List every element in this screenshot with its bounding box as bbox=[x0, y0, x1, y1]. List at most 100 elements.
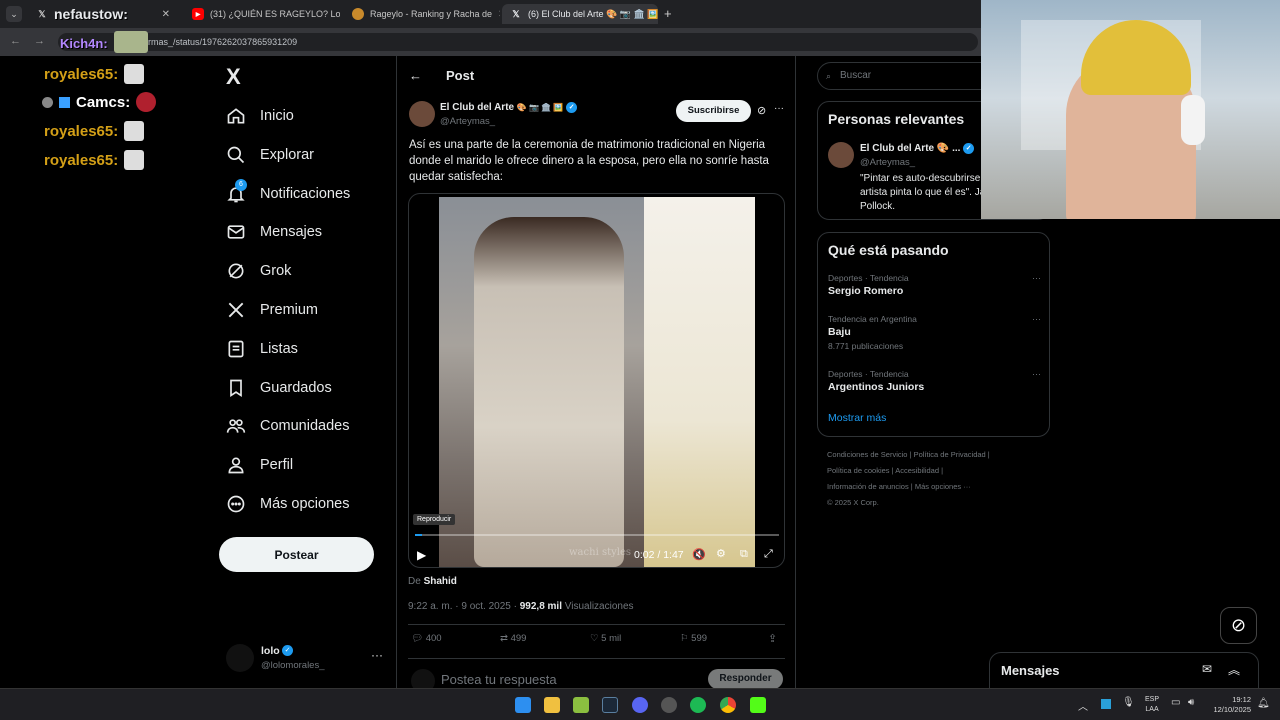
grok-icon[interactable]: ⊘ bbox=[757, 104, 766, 117]
video-player[interactable]: wachi styles Reproducir ▶ 0:02 / 1:47 🔇 … bbox=[408, 193, 785, 568]
more-dots-icon[interactable]: ··· bbox=[371, 648, 383, 662]
more-dots-icon[interactable]: ··· bbox=[1032, 273, 1041, 283]
mute-icon[interactable]: 🔇 bbox=[692, 548, 706, 561]
more-dots-icon[interactable]: ··· bbox=[774, 103, 784, 114]
sidebar-item-explorar[interactable]: Explorar bbox=[226, 140, 314, 170]
sidebar-item-grok[interactable]: Grok bbox=[226, 256, 291, 286]
search-input[interactable]: ⌕ Buscar bbox=[817, 62, 997, 90]
chrome-icon[interactable] bbox=[720, 697, 736, 713]
reply-button[interactable]: Responder bbox=[708, 669, 783, 689]
repost-stat[interactable]: ⇄ 499 bbox=[500, 633, 526, 644]
new-tab-button[interactable]: + bbox=[664, 6, 672, 21]
volume-icon[interactable]: 🔊︎ bbox=[1188, 697, 1194, 708]
forward-arrow-icon[interactable]: → bbox=[34, 35, 45, 47]
tab-4[interactable]: 𝕏 (6) El Club del Arte 🎨 📷 🏛️ 🖼️ ✕ bbox=[502, 4, 658, 24]
tab-2[interactable]: ▶ (31) ¿QUIÉN ES RAGEYLO? Lolo ✕ bbox=[184, 4, 340, 24]
discord-icon[interactable] bbox=[632, 697, 648, 713]
pip-icon[interactable]: ⧉ bbox=[740, 548, 748, 561]
footer-link[interactable]: Más opciones ··· bbox=[915, 482, 971, 491]
spotify-icon[interactable] bbox=[690, 697, 706, 713]
close-icon[interactable]: ✕ bbox=[162, 9, 170, 20]
trend-item[interactable]: Deportes · Tendencia Sergio Romero ··· bbox=[828, 273, 1041, 297]
sidebar-item-mas-opciones[interactable]: Más opciones bbox=[226, 489, 349, 519]
like-stat[interactable]: ♡ 5 mil bbox=[590, 633, 621, 644]
sidebar-item-premium[interactable]: Premium bbox=[226, 295, 318, 325]
communities-icon bbox=[226, 419, 246, 433]
tab-1[interactable]: 𝕏 nefaustow: ✕ bbox=[28, 4, 178, 24]
page-title: Post bbox=[446, 68, 475, 83]
close-icon[interactable]: ✕ bbox=[498, 9, 500, 20]
sidebar-item-comunidades[interactable]: Comunidades bbox=[226, 411, 349, 441]
trend-item[interactable]: Deportes · Tendencia Argentinos Juniors … bbox=[828, 369, 1041, 393]
heart-icon: ♡ bbox=[590, 633, 599, 644]
sidebar-item-guardados[interactable]: Guardados bbox=[226, 373, 332, 403]
chat-username: Camcs: bbox=[76, 93, 131, 111]
windows-start-icon[interactable] bbox=[515, 697, 531, 713]
tab-list-button[interactable]: ⌄ bbox=[6, 6, 22, 22]
reply-stat[interactable]: 💬︎ 400 bbox=[411, 633, 442, 644]
heart-emote-icon bbox=[136, 92, 157, 112]
verified-badge-icon: ✓ bbox=[963, 143, 975, 154]
relevant-title: Personas relevantes bbox=[828, 111, 965, 127]
more-dots-icon[interactable]: ··· bbox=[1032, 369, 1041, 379]
windows-taskbar: ︿ 🎙︎ ESP LAA ▭ 🔊︎ 19:12 12/10/2025 🔔︎ bbox=[0, 688, 1280, 720]
back-arrow-icon[interactable]: ← bbox=[10, 35, 21, 47]
chevron-up-icon[interactable]: ︿ bbox=[1078, 698, 1088, 713]
share-icon[interactable]: ⇪ bbox=[768, 632, 777, 645]
more-dots-icon[interactable]: ··· bbox=[1032, 314, 1041, 324]
author-avatar[interactable] bbox=[409, 101, 435, 127]
footer-link[interactable]: Política de Privacidad bbox=[914, 450, 986, 459]
lang-layout: LAA bbox=[1145, 706, 1159, 713]
kick-icon[interactable] bbox=[750, 697, 766, 713]
microphone-icon[interactable]: 🎙︎ bbox=[1122, 697, 1135, 708]
trend-item[interactable]: Tendencia en Argentina Baju 8.771 public… bbox=[828, 314, 1041, 351]
x-logo-icon[interactable]: X bbox=[226, 64, 241, 90]
grok-floating-button[interactable]: ⊘ bbox=[1220, 607, 1257, 644]
sidebar-item-inicio[interactable]: Inicio bbox=[226, 101, 294, 131]
sidebar-item-mensajes[interactable]: Mensajes bbox=[226, 217, 322, 247]
language-indicator[interactable]: ESP LAA bbox=[1145, 695, 1159, 715]
sidebar-item-label: Más opciones bbox=[260, 496, 350, 512]
footer-link[interactable]: Política de cookies bbox=[827, 466, 890, 475]
show-more-link[interactable]: Mostrar más bbox=[828, 412, 886, 424]
url-field[interactable]: rmas_/status/1976262037865931209 bbox=[58, 33, 978, 51]
new-message-icon[interactable]: ✉ bbox=[1202, 662, 1212, 676]
back-arrow-icon[interactable]: ← bbox=[409, 68, 422, 83]
settings-gear-icon[interactable]: ⚙ bbox=[716, 547, 726, 560]
network-icon[interactable]: ▭ bbox=[1171, 697, 1180, 708]
sidebar-item-listas[interactable]: Listas bbox=[226, 334, 298, 364]
chevron-up-icon[interactable]: ︽ bbox=[1228, 661, 1240, 678]
app-icon[interactable] bbox=[661, 697, 677, 713]
steam-icon[interactable] bbox=[602, 697, 618, 713]
messages-drawer[interactable]: Mensajes ✉ ︽ bbox=[989, 652, 1259, 692]
video-progress-track[interactable] bbox=[415, 534, 779, 536]
video-source: De Shahid bbox=[408, 576, 457, 587]
source-name[interactable]: Shahid bbox=[424, 576, 457, 587]
author-name[interactable]: El Club del Arte 🎨 📷 🏛️ 🖼️ ✓ bbox=[440, 102, 578, 113]
app-icon[interactable] bbox=[573, 697, 589, 713]
file-explorer-icon[interactable] bbox=[544, 697, 560, 713]
author-handle[interactable]: @Arteymas_ bbox=[440, 116, 495, 127]
fullscreen-icon[interactable]: ⤢ bbox=[764, 548, 773, 561]
bookmark-stat[interactable]: ⚐ 599 bbox=[680, 633, 707, 644]
post-button[interactable]: Postear bbox=[219, 537, 374, 572]
trend-category: Tendencia en Argentina bbox=[828, 314, 917, 324]
grok-icon bbox=[228, 263, 244, 279]
subscribe-label: Suscribirse bbox=[687, 105, 740, 116]
footer-link[interactable]: Accesibilidad bbox=[895, 466, 939, 475]
tray-icon[interactable] bbox=[1101, 699, 1111, 709]
relevant-avatar[interactable] bbox=[828, 142, 854, 168]
notification-bell-icon[interactable]: 🔔︎ bbox=[1257, 698, 1270, 709]
sidebar-item-perfil[interactable]: Perfil bbox=[226, 450, 293, 480]
subscribe-button[interactable]: Suscribirse bbox=[676, 100, 751, 122]
relevant-name[interactable]: El Club del Arte 🎨 ... ✓ bbox=[860, 143, 975, 154]
play-icon[interactable]: ▶ bbox=[417, 548, 426, 562]
reply-input[interactable]: Postea tu respuesta bbox=[441, 672, 557, 687]
account-switcher[interactable]: lolo ✓ @lolomorales_ ··· bbox=[226, 642, 386, 674]
tab-3[interactable]: Rageylo - Ranking y Racha de ✕ bbox=[344, 4, 500, 24]
webcam-overlay bbox=[981, 0, 1280, 219]
sidebar-item-notificaciones[interactable]: 6 Notificaciones bbox=[226, 179, 350, 209]
footer-link[interactable]: Información de anuncios bbox=[827, 482, 909, 491]
footer-link[interactable]: Condiciones de Servicio bbox=[827, 450, 907, 459]
clock[interactable]: 19:12 12/10/2025 bbox=[1205, 695, 1251, 715]
